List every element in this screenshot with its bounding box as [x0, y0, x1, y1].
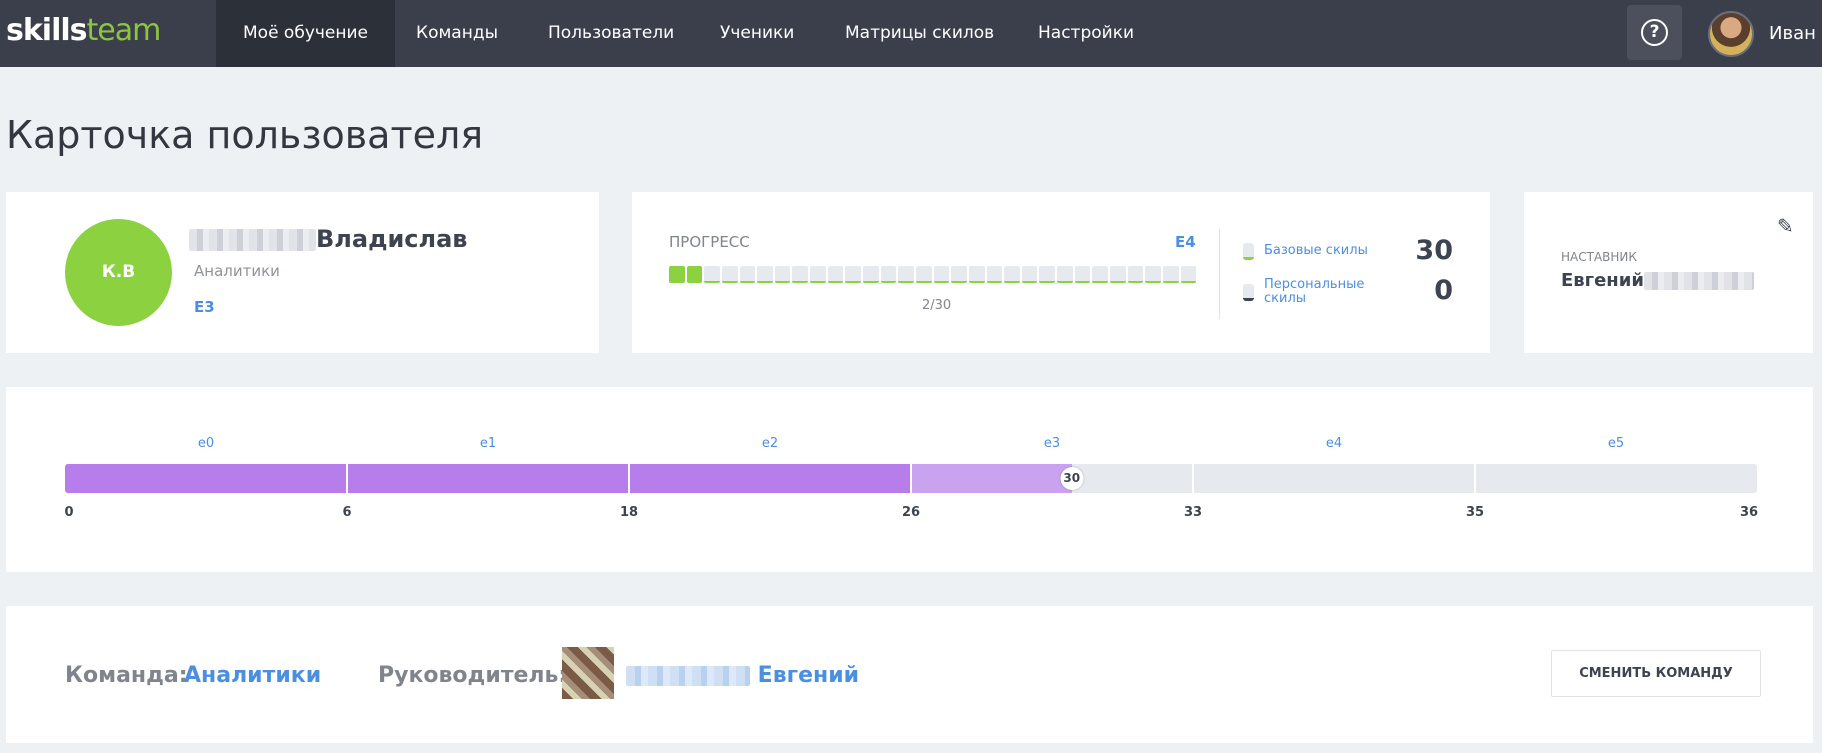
lead-name-link[interactable]: Евгений [626, 663, 859, 688]
progress-segment [968, 266, 985, 283]
progress-label: ПРОГРЕСС [669, 233, 750, 251]
progress-count: 2/30 [922, 298, 952, 313]
progress-segment [845, 266, 862, 283]
progress-segment [827, 266, 844, 283]
progress-segment [898, 266, 914, 283]
mentor-label: НАСТАВНИК [1561, 250, 1637, 264]
change-team-button[interactable]: СМЕНИТЬ КОМАНДУ [1551, 650, 1761, 697]
team-label: Команда: [65, 663, 188, 688]
skillsteam-logo[interactable]: skillsteam [6, 13, 161, 48]
mentor-card: ✎ НАСТАВНИК Евгений [1524, 192, 1813, 353]
level-tick: 35 [1465, 505, 1485, 520]
nav-item-students[interactable]: Ученики [693, 0, 821, 67]
level-tick: 0 [64, 505, 74, 520]
nav-item-teams[interactable]: Команды [389, 0, 525, 67]
progress-segment [810, 266, 826, 283]
team-name-link[interactable]: Аналитики [184, 663, 321, 688]
progress-segment [1145, 266, 1161, 283]
level-separator [346, 464, 348, 493]
progress-segment [792, 266, 809, 283]
user-initials-avatar: К.В [65, 219, 172, 326]
redacted-lead-surname [626, 666, 750, 686]
lead-avatar [562, 647, 614, 699]
progress-segment [721, 266, 738, 283]
level-separator [910, 464, 912, 493]
progress-segment [739, 266, 756, 283]
level-label-e2: e2 [761, 436, 779, 451]
progress-segment [686, 266, 703, 283]
level-tick: 18 [619, 505, 639, 520]
progress-segment [1092, 266, 1109, 283]
redacted-mentor-surname [1643, 272, 1754, 290]
team-card: Команда: Аналитики Руководитель: Евгений… [6, 606, 1813, 743]
level-tick: 36 [1739, 505, 1759, 520]
user-full-name: Владислав [189, 225, 467, 253]
level-separator [628, 464, 630, 493]
next-level-label[interactable]: E4 [1175, 233, 1196, 251]
level-label-e3: e3 [1043, 436, 1061, 451]
progress-segment [774, 266, 791, 283]
progress-segment [1127, 266, 1144, 283]
progress-segment-bar [669, 266, 1197, 283]
progress-segment [757, 266, 773, 283]
nav-item-skill-matrices[interactable]: Матрицы скилов [818, 0, 1021, 67]
progress-segment [704, 266, 720, 283]
progress-segment [1039, 266, 1056, 283]
personal-skills-link[interactable]: Персональные скилы [1264, 278, 1374, 306]
progress-segment [1110, 266, 1126, 283]
progress-segment [880, 266, 897, 283]
level-separator [1192, 464, 1194, 493]
base-skills-link[interactable]: Базовые скилы [1264, 244, 1368, 258]
base-skills-swatch [1243, 243, 1254, 260]
personal-skills-swatch [1243, 284, 1254, 301]
progress-segment [986, 266, 1003, 283]
base-skills-count: 30 [1415, 235, 1453, 266]
progress-segment [933, 266, 950, 283]
user-menu-name[interactable]: Иван [1769, 0, 1816, 67]
level-tick: 6 [342, 505, 352, 520]
progress-segment [1057, 266, 1073, 283]
nav-item-users[interactable]: Пользователи [521, 0, 701, 67]
progress-segment [951, 266, 967, 283]
help-button[interactable]: ? [1627, 5, 1682, 60]
progress-card: ПРОГРЕСС E4 2/30 Базовые скилы 30 Персон… [632, 192, 1490, 353]
level-label-e0: e0 [197, 436, 215, 451]
top-nav: skillsteam Моё обучение Команды Пользова… [0, 0, 1822, 67]
progress-segment [1180, 266, 1197, 283]
level-label-e5: e5 [1607, 436, 1625, 451]
current-level-marker: 30 [1060, 467, 1084, 490]
lead-label: Руководитель: [378, 663, 568, 688]
progress-segment [1021, 266, 1038, 283]
level-progress-bar [65, 464, 1757, 493]
user-card: К.В Владислав Аналитики E3 [6, 192, 599, 353]
level-tick: 33 [1183, 505, 1203, 520]
level-label-e1: e1 [479, 436, 497, 451]
edit-pencil-icon[interactable]: ✎ [1777, 214, 1794, 238]
user-level-badge[interactable]: E3 [194, 298, 215, 316]
level-tick: 26 [901, 505, 921, 520]
progress-segment [915, 266, 932, 283]
help-icon: ? [1641, 19, 1668, 46]
mentor-name[interactable]: Евгений [1561, 270, 1754, 291]
level-fill-current [911, 464, 1072, 493]
page-title: Карточка пользователя [6, 113, 484, 157]
progress-segment [1004, 266, 1020, 283]
card-divider [1219, 229, 1220, 319]
progress-segment [863, 266, 879, 283]
level-timeline-card: e0 e1 e2 e3 e4 e5 0 6 18 26 33 35 36 30 [6, 387, 1813, 572]
level-label-e4: e4 [1325, 436, 1343, 451]
personal-skills-count: 0 [1434, 275, 1453, 306]
progress-segment [1162, 266, 1179, 283]
user-department: Аналитики [194, 262, 280, 280]
level-separator [1474, 464, 1476, 493]
progress-segment [669, 266, 685, 283]
nav-item-my-learning[interactable]: Моё обучение [216, 0, 396, 67]
nav-item-settings[interactable]: Настройки [1011, 0, 1161, 67]
user-avatar[interactable] [1708, 11, 1754, 57]
redacted-surname [189, 229, 316, 251]
level-fill-completed [65, 464, 911, 493]
progress-segment [1074, 266, 1091, 283]
